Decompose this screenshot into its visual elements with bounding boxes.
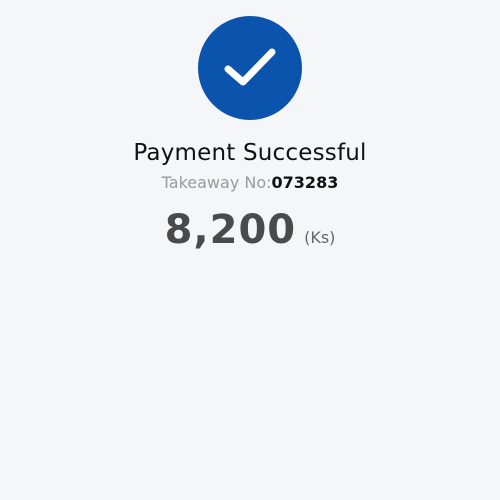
- takeaway-number-value: 073283: [271, 173, 339, 192]
- checkmark-icon: [224, 48, 276, 86]
- success-badge: [198, 16, 302, 120]
- takeaway-number-label: Takeaway No:: [161, 173, 272, 192]
- amount-value: 8,200: [164, 207, 297, 253]
- amount-currency: (Ks): [304, 228, 336, 247]
- page-title: Payment Successful: [133, 140, 367, 166]
- payment-success-screen: Payment Successful Takeaway No:073283 8,…: [0, 0, 500, 500]
- payment-amount: 8,200 (Ks): [0, 206, 500, 262]
- takeaway-number-line: Takeaway No:073283: [0, 172, 500, 194]
